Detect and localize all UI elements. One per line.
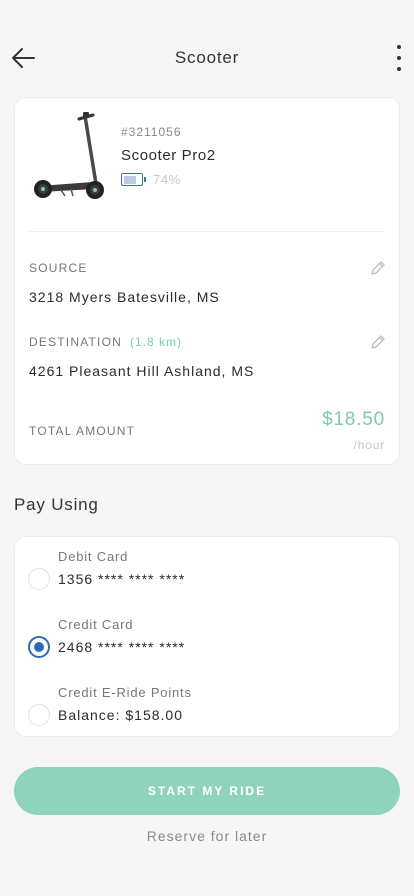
payment-option-name: Credit Card (58, 617, 134, 632)
payment-option-name: Credit E-Ride Points (58, 685, 192, 700)
total-amount-label: TOTAL AMOUNT (29, 424, 136, 438)
edit-source-button[interactable] (369, 259, 387, 277)
ride-summary-card: #3211056 Scooter Pro2 74% SOURCE 3218 My… (14, 97, 400, 465)
page-title: Scooter (174, 48, 240, 67)
payment-option-detail: Balance: $158.00 (58, 707, 183, 723)
payment-option-e-ride-points[interactable]: Credit E-Ride Points Balance: $158.00 (15, 683, 399, 743)
payment-option-detail: 2468 **** **** **** (58, 639, 186, 655)
more-vertical-icon[interactable] (394, 45, 404, 71)
radio-button[interactable] (28, 704, 50, 726)
scooter-image (31, 110, 105, 202)
pencil-icon (371, 261, 385, 275)
source-address: 3218 Myers Batesville, MS (29, 289, 220, 305)
payment-options-card: Debit Card 1356 **** **** **** Credit Ca… (14, 536, 400, 737)
destination-label: DESTINATION (1.8 km) (29, 335, 182, 349)
reserve-for-later-link[interactable]: Reserve for later (0, 828, 414, 844)
destination-distance: (1.8 km) (129, 335, 182, 349)
payment-option-debit-card[interactable]: Debit Card 1356 **** **** **** (15, 547, 399, 607)
source-label: SOURCE (29, 261, 88, 275)
payment-option-credit-card[interactable]: Credit Card 2468 **** **** **** (15, 615, 399, 675)
destination-label-text: DESTINATION (29, 335, 122, 349)
battery-percent: 74% (153, 172, 181, 187)
battery-fill (123, 175, 137, 184)
battery-icon (121, 173, 143, 186)
payment-option-name: Debit Card (58, 549, 129, 564)
edit-destination-button[interactable] (369, 333, 387, 351)
radio-button-selected[interactable] (28, 636, 50, 658)
scooter-id: #3211056 (121, 125, 182, 139)
total-amount-value: $18.50 (322, 409, 385, 430)
total-amount-unit: /hour (353, 438, 385, 452)
scooter-name: Scooter Pro2 (121, 147, 216, 164)
payment-option-detail: 1356 **** **** **** (58, 571, 186, 587)
battery-status: 74% (121, 172, 181, 187)
radio-button[interactable] (28, 568, 50, 590)
app-header: Scooter (0, 36, 414, 80)
destination-address: 4261 Pleasant Hill Ashland, MS (29, 363, 255, 379)
pay-using-title: Pay Using (14, 495, 99, 514)
pencil-icon (371, 335, 385, 349)
start-ride-button[interactable]: START MY RIDE (14, 767, 400, 815)
divider (29, 231, 385, 232)
